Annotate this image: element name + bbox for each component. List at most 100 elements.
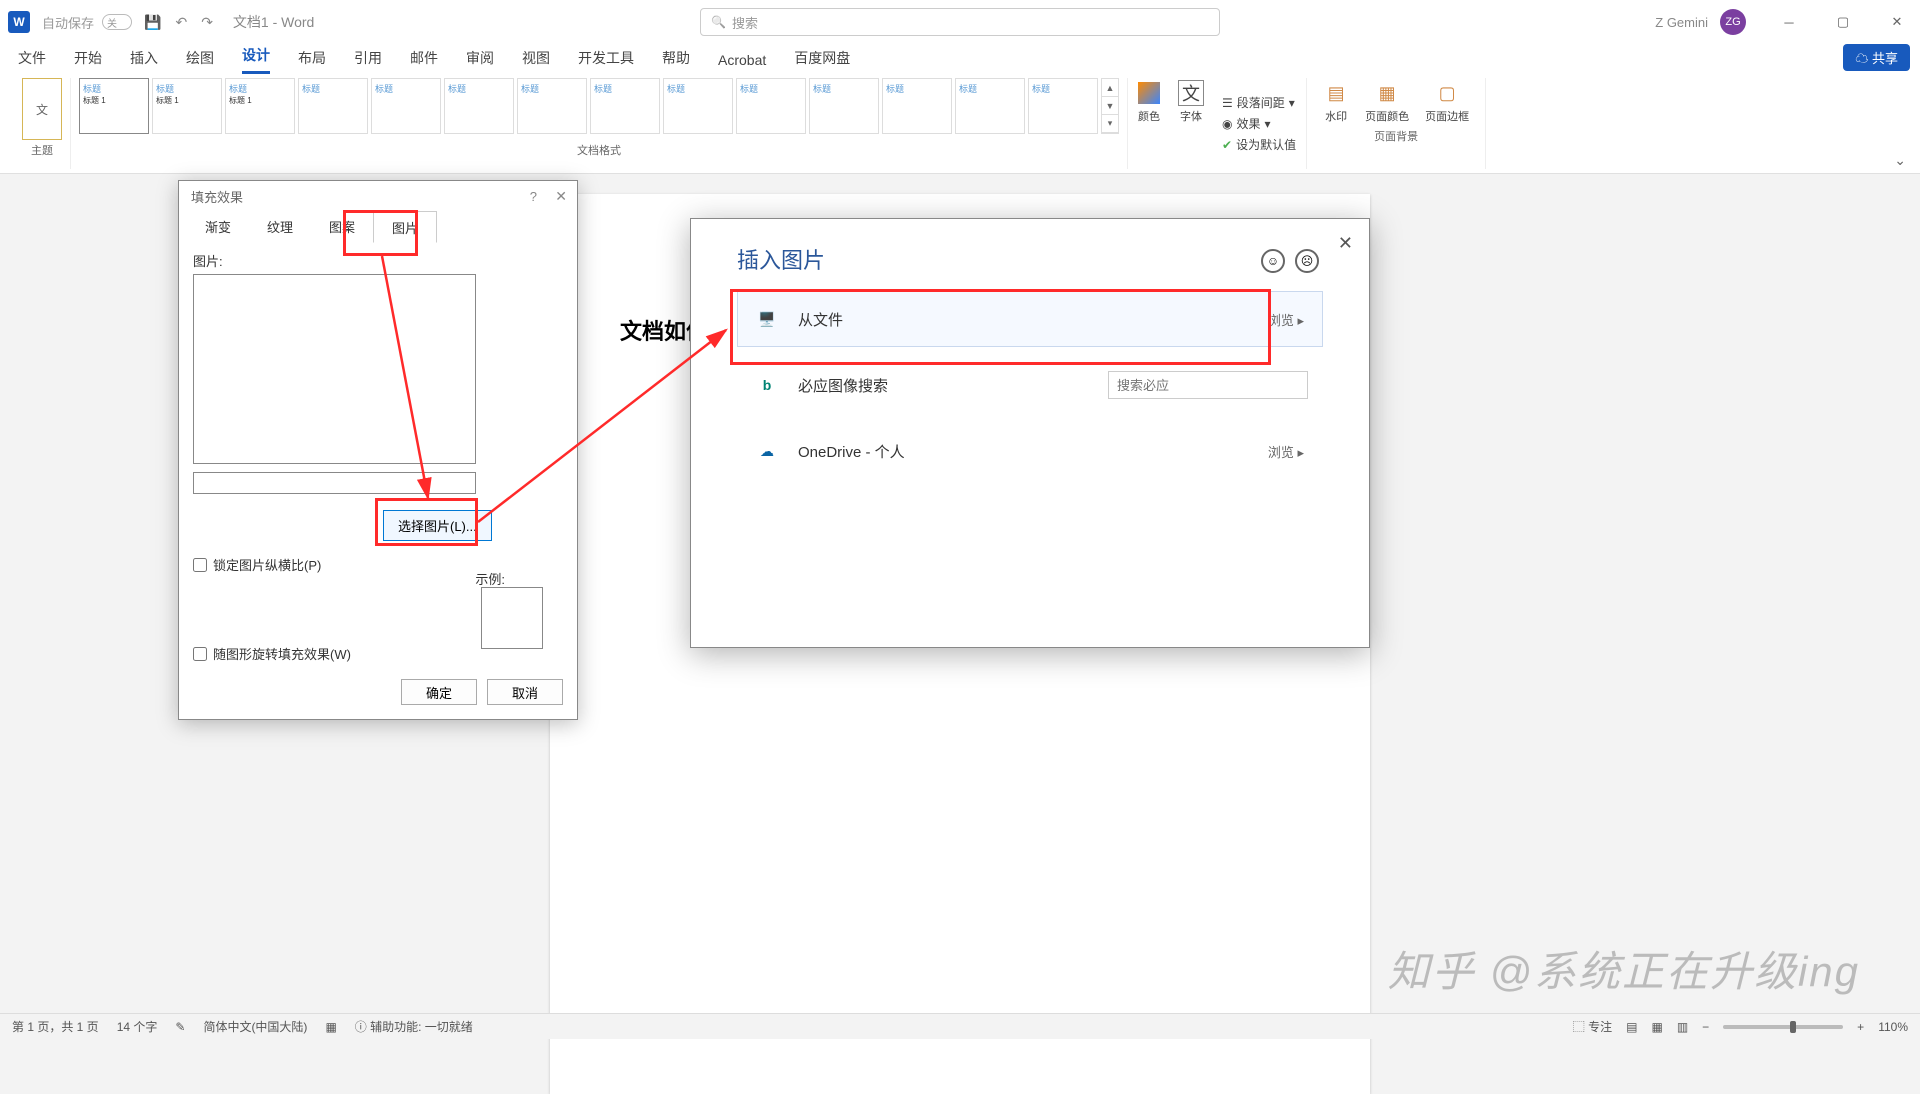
text-predictions-icon[interactable]: ✎ [175,1020,185,1034]
style-thumb[interactable]: 标题 [736,78,806,134]
select-picture-button[interactable]: 选择图片(L)... [383,510,492,541]
style-thumb[interactable]: 标题 [517,78,587,134]
save-icon[interactable]: 💾 [144,14,161,31]
tab-insert[interactable]: 插入 [130,48,158,74]
redo-icon[interactable]: ↷ [201,14,213,31]
tab-layout[interactable]: 布局 [298,48,326,74]
style-thumb[interactable]: 标题 [955,78,1025,134]
tab-draw[interactable]: 绘图 [186,48,214,74]
tab-mailings[interactable]: 邮件 [410,48,438,74]
minimize-button[interactable]: ─ [1766,0,1812,44]
accessibility-status[interactable]: ⓘ 辅助功能: 一切就绪 [355,1018,473,1035]
collapse-ribbon-icon[interactable]: ⌄ [1894,152,1906,169]
tab-help[interactable]: 帮助 [662,48,690,74]
watermark-button[interactable]: ▤水印 [1315,78,1357,126]
style-thumb[interactable]: 标题 [1028,78,1098,134]
tab-file[interactable]: 文件 [18,48,46,74]
user-name[interactable]: Z Gemini [1655,15,1708,30]
tab-references[interactable]: 引用 [354,48,382,74]
tab-developer[interactable]: 开发工具 [578,48,634,74]
para-spacing-button[interactable]: ☰ 段落间距 ▾ [1222,94,1296,111]
quick-access-toolbar: 💾 ↶ ↷ [144,14,213,31]
insert-picture-dialog: ✕ 插入图片 ☺ ☹ 🖥️ 从文件 浏览 ▸ b 必应图像搜索 ☁ OneDri… [690,218,1370,648]
tab-acrobat[interactable]: Acrobat [718,52,766,74]
feedback-frown-icon[interactable]: ☹ [1295,249,1319,273]
fonts-button[interactable]: 文字体 [1170,78,1212,169]
search-input[interactable]: 搜索 [700,8,1220,36]
close-button[interactable]: ✕ [1874,0,1920,44]
word-count[interactable]: 14 个字 [117,1018,158,1035]
zoom-in-icon[interactable]: + [1857,1020,1864,1034]
style-thumb[interactable]: 标题 [663,78,733,134]
tab-home[interactable]: 开始 [74,48,102,74]
zoom-level[interactable]: 110% [1878,1020,1908,1034]
themes-button[interactable]: 文 [22,78,62,140]
feedback-smile-icon[interactable]: ☺ [1261,249,1285,273]
page-border-button[interactable]: ▢页面边框 [1417,78,1477,126]
effects-button[interactable]: ◉ 效果 ▾ [1222,115,1296,132]
group-label-docformat: 文档格式 [577,142,621,158]
bing-label: 必应图像搜索 [798,375,888,396]
undo-icon[interactable]: ↶ [175,14,187,31]
autosave-label: 自动保存 [42,13,94,32]
picture-path-input[interactable] [193,472,476,494]
themes-label: 主题 [31,142,53,158]
close-icon[interactable]: ✕ [1338,233,1353,254]
sample-label: 示例: [475,569,505,588]
tab-view[interactable]: 视图 [522,48,550,74]
style-thumb[interactable]: 标题 [298,78,368,134]
browse-link[interactable]: 浏览 ▸ [1268,442,1304,461]
zoom-out-icon[interactable]: − [1702,1020,1709,1034]
word-app-icon: W [8,11,30,33]
tab-review[interactable]: 审阅 [466,48,494,74]
page-status[interactable]: 第 1 页，共 1 页 [12,1018,99,1035]
set-default-button[interactable]: ✔ 设为默认值 [1222,136,1296,153]
tab-pattern[interactable]: 图案 [311,211,373,243]
bing-search-input[interactable] [1108,371,1308,399]
language-status[interactable]: 简体中文(中国大陆) [203,1018,307,1035]
picture-label: 图片: [193,251,563,270]
style-thumb[interactable]: 标题 [444,78,514,134]
help-icon[interactable]: ? [530,189,537,204]
style-thumb[interactable]: 标题标题 1 [79,78,149,134]
focus-mode[interactable]: ⬚ 专注 [1573,1018,1612,1035]
macros-icon[interactable]: ▦ [325,1020,336,1034]
maximize-button[interactable]: ▢ [1820,0,1866,44]
browse-link[interactable]: 浏览 ▸ [1268,310,1304,329]
style-thumb[interactable]: 标题 [882,78,952,134]
style-thumb[interactable]: 标题 [371,78,441,134]
tab-gradient[interactable]: 渐变 [187,211,249,243]
autosave-toggle[interactable]: 关 [102,14,132,30]
bing-search-option[interactable]: b 必应图像搜索 [737,357,1323,413]
cancel-button[interactable]: 取消 [487,679,563,705]
user-avatar[interactable]: ZG [1720,9,1746,35]
tab-design[interactable]: 设计 [242,45,270,74]
style-gallery: 标题标题 1 标题标题 1 标题标题 1 标题 标题 标题 标题 标题 标题 标… [79,78,1119,140]
close-icon[interactable]: ✕ [555,188,567,205]
view-read-mode-icon[interactable]: ▦ [1651,1020,1662,1034]
onedrive-option[interactable]: ☁ OneDrive - 个人 浏览 ▸ [737,423,1323,479]
tab-texture[interactable]: 纹理 [249,211,311,243]
document-title: 文档1 - Word [233,12,314,32]
style-thumb[interactable]: 标题 [590,78,660,134]
style-thumb[interactable]: 标题 [809,78,879,134]
fill-effects-dialog: 填充效果 ? ✕ 渐变 纹理 图案 图片 图片: 选择图片(L)... 锁定图片… [178,180,578,720]
view-web-layout-icon[interactable]: ▥ [1677,1020,1688,1034]
gallery-nav[interactable]: ▲▼▾ [1101,78,1119,134]
from-file-option[interactable]: 🖥️ 从文件 浏览 ▸ [737,291,1323,347]
style-thumb[interactable]: 标题标题 1 [152,78,222,134]
tab-baidu[interactable]: 百度网盘 [794,48,850,74]
tab-picture[interactable]: 图片 [373,211,437,243]
rotate-fill-checkbox[interactable]: 随图形旋转填充效果(W) [193,644,351,663]
colors-button[interactable]: 颜色 [1128,78,1170,169]
style-thumb[interactable]: 标题标题 1 [225,78,295,134]
bing-icon: b [754,372,780,398]
view-print-layout-icon[interactable]: ▤ [1626,1020,1637,1034]
monitor-icon: 🖥️ [754,306,780,332]
lock-aspect-checkbox[interactable]: 锁定图片纵横比(P) [193,555,563,574]
ok-button[interactable]: 确定 [401,679,477,705]
group-label-bg: 页面背景 [1374,128,1418,144]
zoom-slider[interactable] [1723,1025,1843,1029]
share-button[interactable]: ☁ 共享 [1843,44,1910,71]
page-color-button[interactable]: ▦页面颜色 [1357,78,1417,126]
